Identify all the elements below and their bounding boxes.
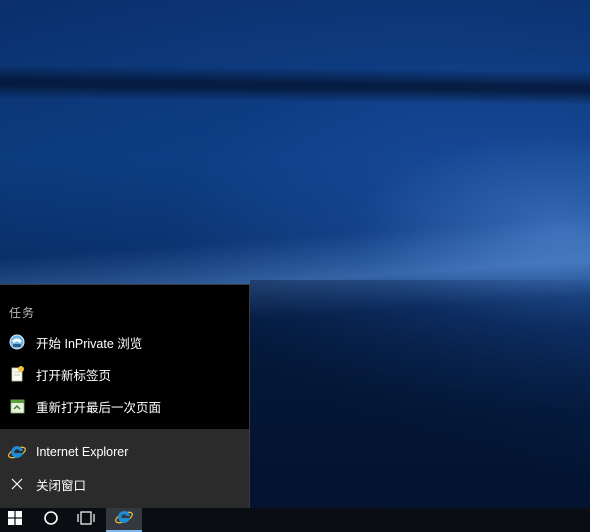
ie-jump-list: 任务 开始 InPrivate 浏览 打开新标签页 重新打开最后一次页面 Int… (0, 284, 250, 509)
inprivate-icon (8, 333, 26, 351)
task-view-icon (76, 510, 96, 530)
new-tab-icon (8, 365, 26, 383)
jump-list-pinned-section: Internet Explorer 关闭窗口 (0, 429, 249, 509)
internet-explorer-icon (115, 508, 133, 531)
windows-logo-icon (8, 510, 22, 530)
taskbar (0, 508, 590, 532)
task-start-inprivate[interactable]: 开始 InPrivate 浏览 (0, 327, 249, 357)
cortana-circle-icon (43, 510, 59, 531)
wallpaper-shadow (250, 280, 590, 532)
cortana-search-button[interactable] (36, 508, 66, 532)
internet-explorer-icon (8, 443, 26, 461)
open-internet-explorer[interactable]: Internet Explorer (0, 437, 249, 467)
close-icon (8, 475, 26, 493)
wallpaper-light-beam (0, 64, 590, 106)
close-window-label: 关闭窗口 (36, 478, 87, 493)
task-label: 打开新标签页 (36, 368, 112, 383)
start-button[interactable] (0, 508, 30, 532)
app-label: Internet Explorer (36, 445, 129, 459)
taskbar-internet-explorer-button[interactable] (106, 508, 142, 532)
task-label: 开始 InPrivate 浏览 (36, 336, 143, 351)
task-view-button[interactable] (70, 508, 102, 532)
tasks-section-header: 任务 (9, 306, 36, 320)
task-reopen-last-session[interactable]: 重新打开最后一次页面 (0, 391, 249, 421)
close-window-button[interactable]: 关闭窗口 (0, 469, 249, 499)
task-open-new-tab[interactable]: 打开新标签页 (0, 359, 249, 389)
task-label: 重新打开最后一次页面 (36, 400, 162, 415)
reopen-session-icon (8, 397, 26, 415)
